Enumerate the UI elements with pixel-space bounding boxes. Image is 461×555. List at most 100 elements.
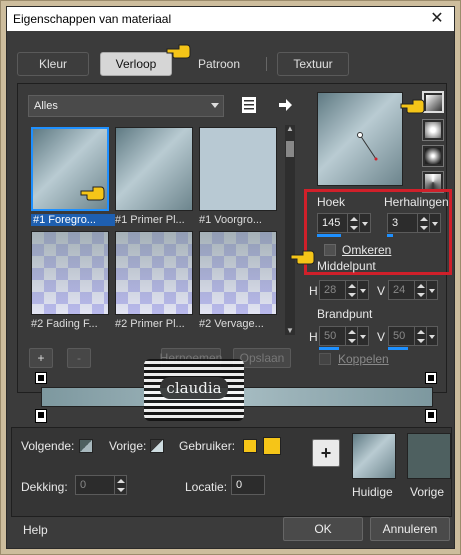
next-label: Volgende:: [21, 439, 75, 453]
gradient-direction-icon: [357, 132, 378, 161]
rectangular-style-button[interactable]: [422, 119, 444, 141]
spin-up-icon[interactable]: [415, 281, 426, 290]
linear-style-button[interactable]: [422, 91, 444, 113]
gradient-style-icon: [425, 122, 441, 138]
tab-textuur[interactable]: Textuur: [277, 52, 349, 76]
list-view-icon[interactable]: [241, 96, 257, 114]
spin-up-icon[interactable]: [348, 214, 359, 223]
user-color-swatch-large[interactable]: [263, 437, 281, 455]
chevron-down-icon[interactable]: [426, 327, 437, 345]
prev-label: Vorige:: [109, 439, 147, 453]
gradient-preview[interactable]: [317, 92, 403, 186]
chevron-down-icon[interactable]: [357, 281, 368, 299]
remove-gradient-button[interactable]: -: [67, 348, 91, 368]
tab-label: Kleur: [38, 57, 67, 71]
category-value: Alles: [34, 100, 58, 112]
spin-up-icon[interactable]: [415, 327, 426, 336]
marker-icon[interactable]: [35, 409, 47, 423]
focal-v-field[interactable]: 50: [388, 326, 438, 346]
chevron-down-icon[interactable]: [359, 214, 370, 232]
gradient-thumb[interactable]: #2 Primer Pl...: [115, 231, 193, 330]
location-field[interactable]: 0: [231, 475, 265, 495]
spin-down-icon[interactable]: [115, 485, 126, 494]
gradient-swatch: [115, 231, 193, 315]
previous-material-swatch[interactable]: [407, 433, 451, 479]
center-v-field[interactable]: 24: [388, 280, 438, 300]
user-color-swatch[interactable]: [243, 439, 257, 453]
tab-patroon[interactable]: Patroon: [183, 52, 255, 76]
prev-swatch[interactable]: [150, 439, 164, 453]
spin-up-icon[interactable]: [346, 281, 357, 290]
marker-icon[interactable]: [425, 372, 437, 384]
next-swatch[interactable]: [79, 439, 93, 453]
repeats-slider[interactable]: [387, 234, 393, 237]
current-label: Huidige: [352, 485, 393, 499]
repeats-field[interactable]: 3: [387, 213, 441, 233]
add-icon[interactable]: +: [312, 439, 340, 467]
spin-down-icon[interactable]: [415, 336, 426, 345]
chevron-down-icon[interactable]: [357, 327, 368, 345]
watermark-logo: claudia: [144, 359, 244, 421]
center-v-value: 24: [393, 284, 406, 296]
invert-checkbox[interactable]: [324, 244, 336, 256]
spin-up-icon[interactable]: [418, 214, 429, 223]
spin-up-icon[interactable]: [346, 327, 357, 336]
cancel-button[interactable]: Annuleren: [370, 517, 450, 541]
gradient-caption: #1 Foregro...: [31, 214, 115, 226]
tab-label: Textuur: [293, 57, 333, 71]
gradient-caption: #1 Primer Pl...: [115, 214, 185, 226]
gradient-swatch: [115, 127, 193, 211]
spin-up-icon[interactable]: [115, 476, 126, 485]
tab-kleur[interactable]: Kleur: [17, 52, 89, 76]
angle-slider[interactable]: [317, 234, 341, 237]
help-link[interactable]: Help: [23, 523, 48, 537]
watermark-text: claudia: [160, 377, 228, 399]
tab-label: Patroon: [197, 57, 241, 71]
arrow-right-icon[interactable]: [277, 97, 293, 113]
gradient-style-icon: [425, 148, 441, 164]
gradient-thumb[interactable]: #2 Fading F...: [31, 231, 109, 330]
gradient-thumb[interactable]: #2 Vervage...: [199, 231, 277, 330]
gradient-thumb[interactable]: #1 Foregro...: [31, 127, 115, 226]
center-v-label: V: [377, 284, 386, 298]
link-checkbox[interactable]: [319, 353, 331, 365]
close-icon[interactable]: ✕: [428, 10, 446, 28]
spin-down-icon[interactable]: [346, 336, 357, 345]
gradient-thumb[interactable]: #1 Voorgro...: [199, 127, 277, 226]
center-h-field[interactable]: 28: [319, 280, 369, 300]
focal-v-label: V: [377, 330, 386, 344]
spin-down-icon[interactable]: [348, 223, 359, 232]
focal-h-slider[interactable]: [319, 347, 339, 350]
opacity-field[interactable]: 0: [75, 475, 127, 495]
spin-down-icon[interactable]: [415, 290, 426, 299]
marker-icon[interactable]: [35, 372, 47, 384]
focal-h-label: H: [309, 330, 318, 344]
ok-button[interactable]: OK: [283, 517, 363, 541]
gradient-caption: #2 Fading F...: [31, 318, 98, 330]
user-label: Gebruiker:: [179, 439, 236, 453]
gradient-list-scrollbar[interactable]: ▲ ▼: [285, 125, 295, 335]
location-value: 0: [236, 479, 243, 491]
scroll-up-icon[interactable]: ▲: [286, 125, 294, 133]
spin-down-icon[interactable]: [346, 290, 357, 299]
angle-field[interactable]: 145: [317, 213, 371, 233]
sunburst-style-button[interactable]: [422, 145, 444, 167]
focal-h-field[interactable]: 50: [319, 326, 369, 346]
previous-label: Vorige: [410, 485, 445, 499]
scroll-down-icon[interactable]: ▼: [286, 327, 294, 335]
link-label: Koppelen: [338, 352, 389, 366]
category-dropdown[interactable]: Alles: [28, 95, 224, 117]
gradient-caption: #2 Primer Pl...: [115, 318, 185, 330]
scrollbar-thumb[interactable]: [286, 141, 294, 157]
marker-icon[interactable]: [425, 409, 437, 423]
gradient-caption: #2 Vervage...: [199, 318, 264, 330]
tab-label: Verloop: [115, 57, 157, 71]
spin-down-icon[interactable]: [418, 223, 429, 232]
tab-verloop[interactable]: Verloop: [100, 52, 172, 76]
gradient-thumb[interactable]: #1 Primer Pl...: [115, 127, 193, 226]
current-material-swatch[interactable]: [352, 433, 396, 479]
chevron-down-icon[interactable]: [426, 281, 437, 299]
chevron-down-icon[interactable]: [429, 214, 440, 232]
focal-v-slider[interactable]: [388, 347, 408, 350]
add-gradient-button[interactable]: +: [29, 348, 53, 368]
